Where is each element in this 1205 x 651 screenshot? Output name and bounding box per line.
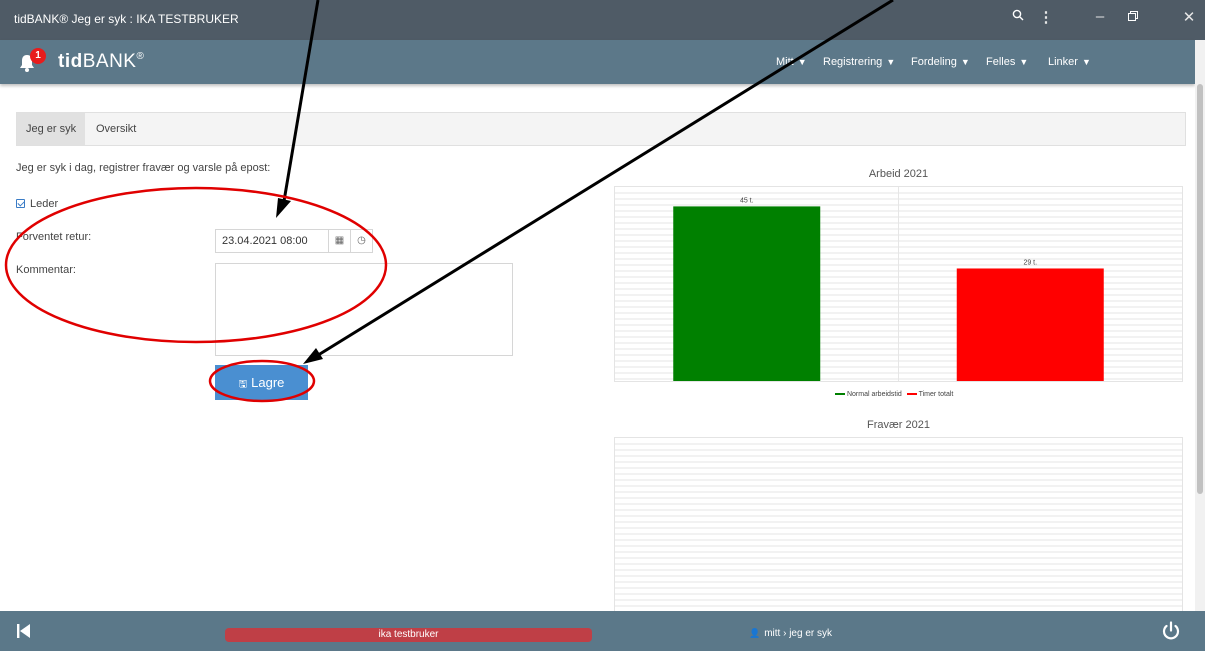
power-icon[interactable] xyxy=(1160,620,1182,642)
logo: tidBANK® xyxy=(58,51,145,72)
chart-fravaer xyxy=(614,437,1183,613)
chevron-down-icon: ▼ xyxy=(886,57,896,67)
minimize-icon[interactable]: – xyxy=(1088,8,1112,25)
user-icon: 👤 xyxy=(749,628,761,638)
data-label: 29 t. xyxy=(1023,259,1037,266)
menu-mitt[interactable]: Mitt ▼ xyxy=(776,56,807,68)
menu-registrering[interactable]: Registrering ▼ xyxy=(823,56,895,68)
form-intro: Jeg er syk i dag, registrer fravær og va… xyxy=(16,162,271,174)
chart-arbeid: 45 t. 29 t. xyxy=(614,186,1183,382)
tab-oversikt[interactable]: Oversikt xyxy=(87,113,145,145)
return-label: Forventet retur: xyxy=(16,231,92,243)
clock-icon[interactable]: ◷ xyxy=(351,229,373,253)
notification-badge: 1 xyxy=(30,48,46,64)
calendar-icon[interactable]: ▦ xyxy=(329,229,351,253)
search-icon[interactable] xyxy=(1006,8,1030,25)
bar-normal-arbeidstid xyxy=(673,206,821,381)
chart-fravaer-svg xyxy=(615,443,1182,613)
chart-arbeid-svg: 45 t. 29 t. xyxy=(615,187,1182,381)
legend-swatch-normal xyxy=(835,393,845,396)
tab-jeg-er-syk[interactable]: Jeg er syk xyxy=(17,113,86,145)
chevron-down-icon: ▼ xyxy=(960,57,970,67)
return-date-input[interactable] xyxy=(215,229,329,253)
chevron-down-icon: ▼ xyxy=(1019,57,1029,67)
chart-legend: Normal arbeidstid Timer totalt xyxy=(835,391,953,398)
footer-bar: ika testbruker 👤 mitt › jeg er syk xyxy=(0,611,1205,651)
save-icon: 🖫 xyxy=(238,379,248,390)
back-to-start-icon[interactable] xyxy=(14,621,34,641)
menu-felles[interactable]: Felles ▼ xyxy=(986,56,1028,68)
bar-timer-totalt xyxy=(956,268,1104,381)
annotation-arrowhead-1 xyxy=(276,198,291,218)
save-label: Lagre xyxy=(251,375,285,390)
data-label: 45 t. xyxy=(740,197,754,204)
menu-linker[interactable]: Linker ▼ xyxy=(1048,56,1091,68)
legend-swatch-totalt xyxy=(906,393,917,396)
restore-icon[interactable] xyxy=(1121,8,1145,25)
legend-label-normal: Normal arbeidstid xyxy=(846,391,902,398)
more-options-icon[interactable]: ⋮ xyxy=(1034,8,1058,26)
leader-checkbox[interactable] xyxy=(16,199,25,208)
comment-textarea[interactable] xyxy=(215,263,513,356)
chevron-down-icon: ▼ xyxy=(797,57,807,67)
save-button[interactable]: 🖫 Lagre xyxy=(215,365,308,400)
app-header: 1 tidBANK® Mitt ▼ Registrering ▼ Fordeling… xyxy=(0,40,1195,84)
breadcrumb: 👤 mitt › jeg er syk xyxy=(749,628,833,639)
chevron-down-icon: ▼ xyxy=(1081,57,1091,67)
close-icon[interactable]: ✕ xyxy=(1177,8,1201,26)
chart-title-fravaer: Fravær 2021 xyxy=(867,419,930,431)
window-title: tidBANK® Jeg er syk : IKA TESTBRUKER xyxy=(14,12,239,26)
leader-label: Leder xyxy=(30,198,59,210)
scrollbar-thumb[interactable] xyxy=(1197,84,1203,494)
user-name-pill[interactable]: ika testbruker xyxy=(225,628,592,642)
chart-title-arbeid: Arbeid 2021 xyxy=(868,168,929,180)
tab-bar: Jeg er syk Oversikt xyxy=(16,112,1186,146)
menu-fordeling[interactable]: Fordeling ▼ xyxy=(911,56,970,68)
legend-label-totalt: Timer totalt xyxy=(918,391,954,398)
window-title-bar: tidBANK® Jeg er syk : IKA TESTBRUKER ⋮ –… xyxy=(0,0,1205,40)
comment-label: Kommentar: xyxy=(16,264,76,276)
